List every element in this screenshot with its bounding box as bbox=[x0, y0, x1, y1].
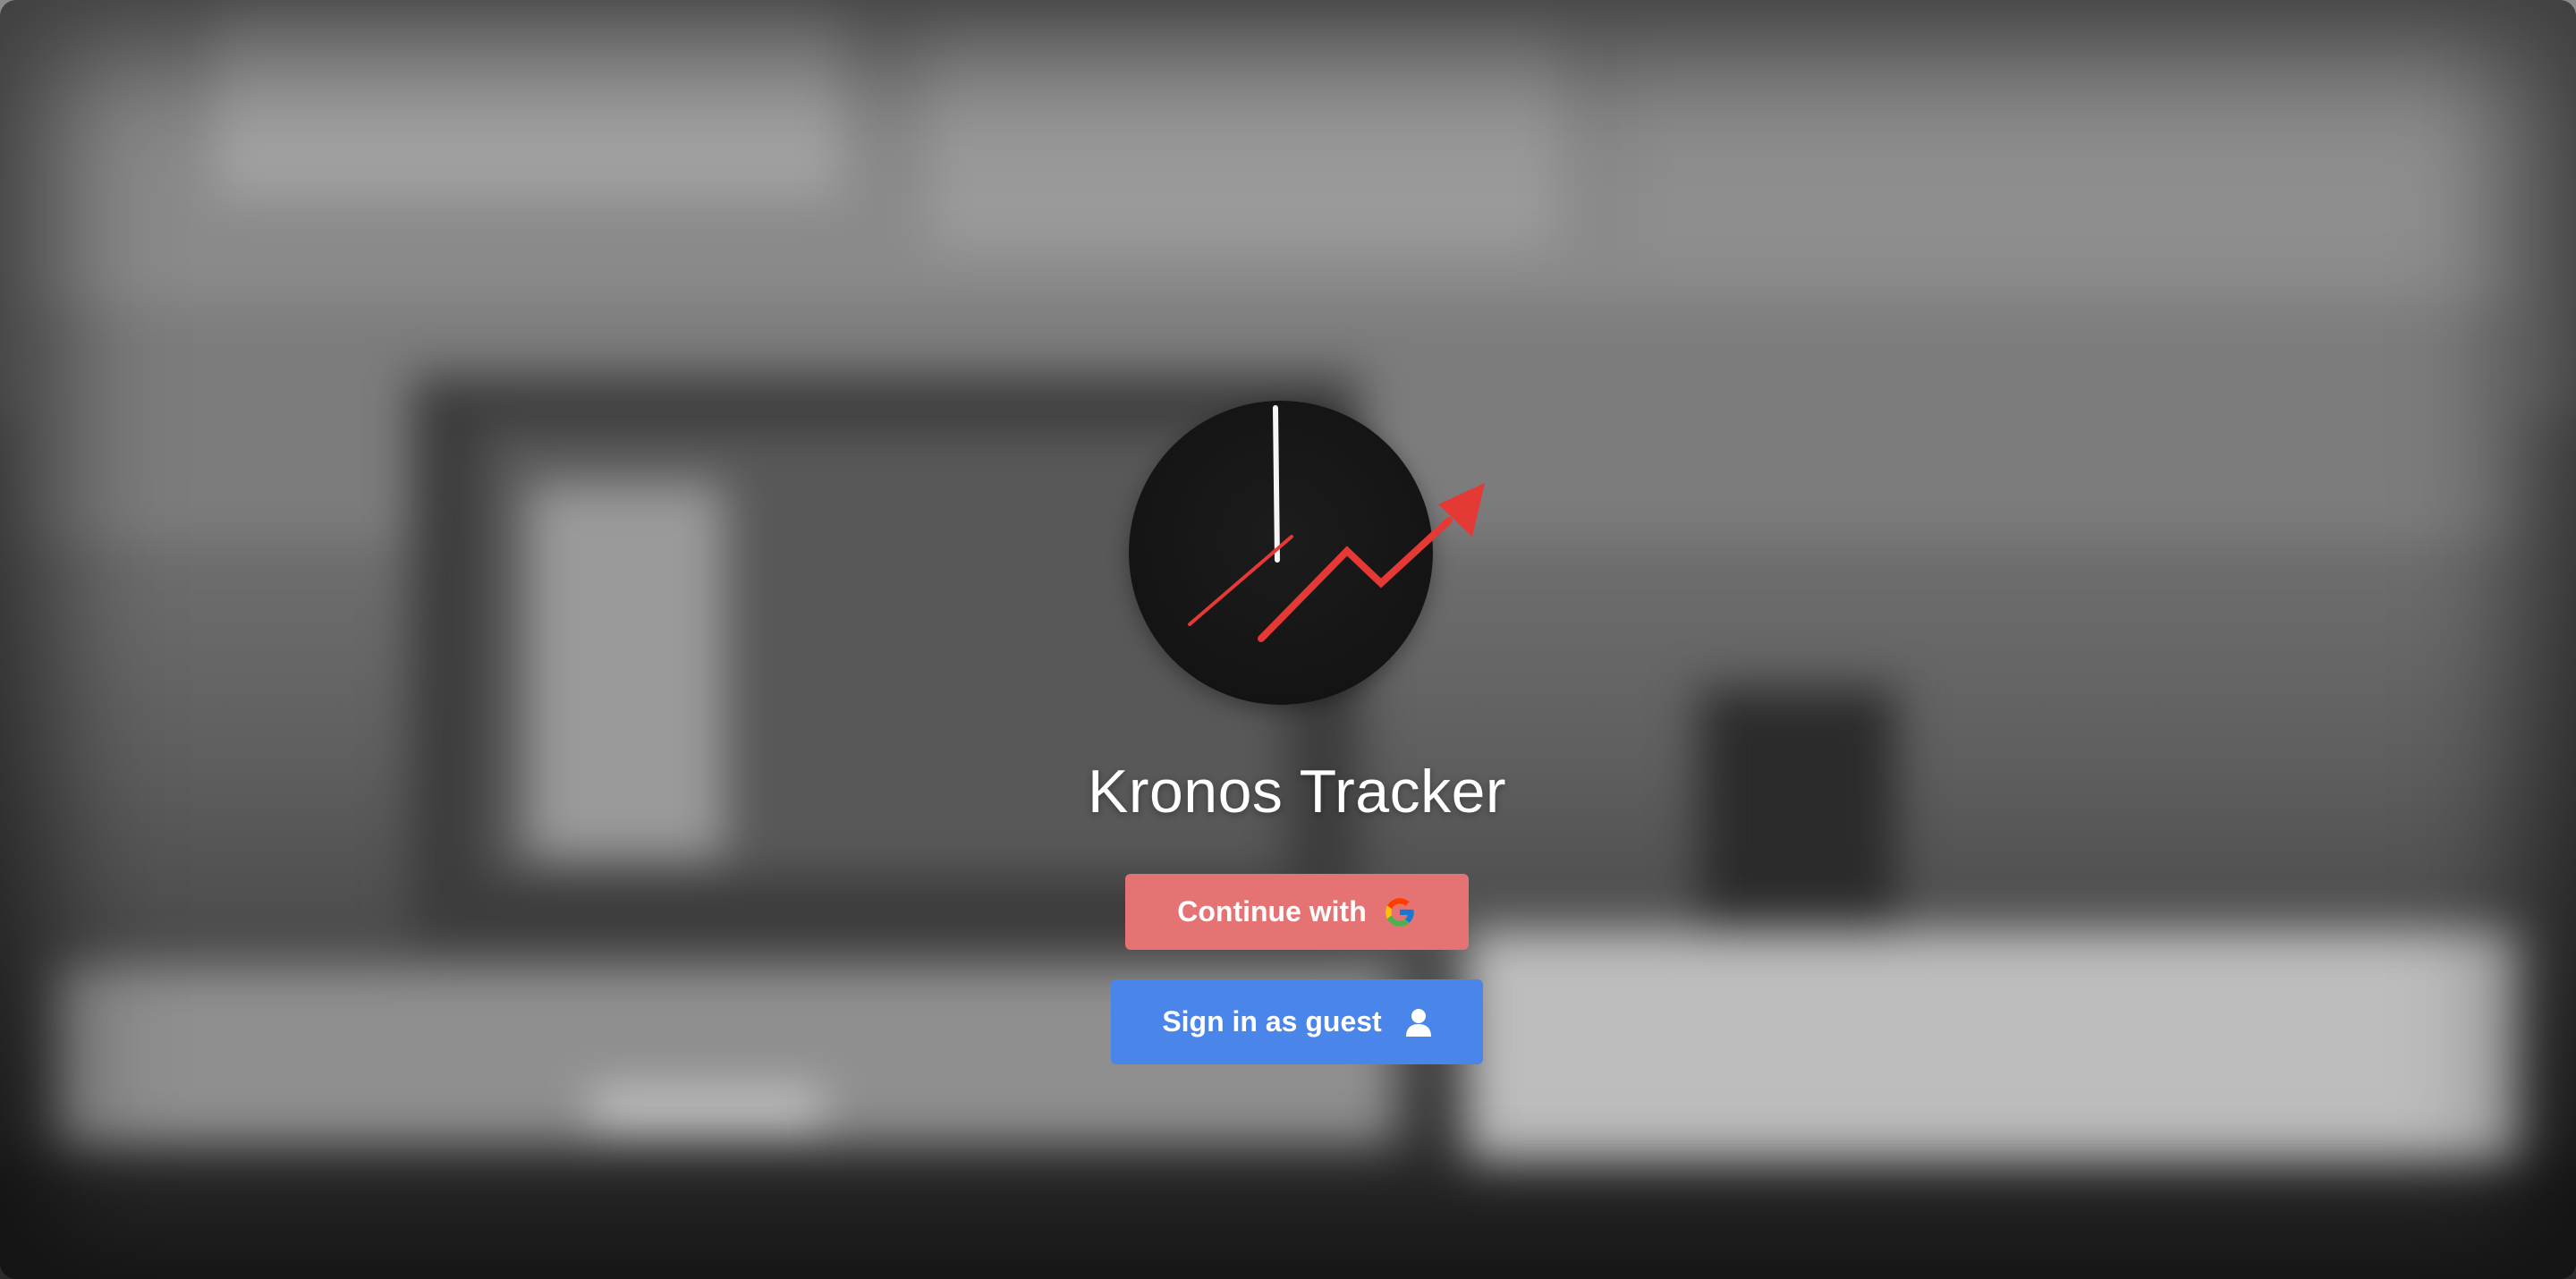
continue-with-google-button[interactable]: Continue with bbox=[1125, 874, 1469, 950]
login-screen: Kronos Tracker Continue with Sign in as … bbox=[0, 0, 2576, 1279]
sign-in-as-guest-button[interactable]: Sign in as guest bbox=[1111, 979, 1483, 1064]
app-title: Kronos Tracker bbox=[1087, 758, 1507, 826]
google-g-icon bbox=[1383, 895, 1417, 929]
continue-with-label: Continue with bbox=[1177, 895, 1367, 927]
sign-in-as-guest-label: Sign in as guest bbox=[1162, 1005, 1382, 1038]
person-icon bbox=[1405, 1008, 1432, 1037]
clock-trend-icon bbox=[1188, 405, 1485, 642]
